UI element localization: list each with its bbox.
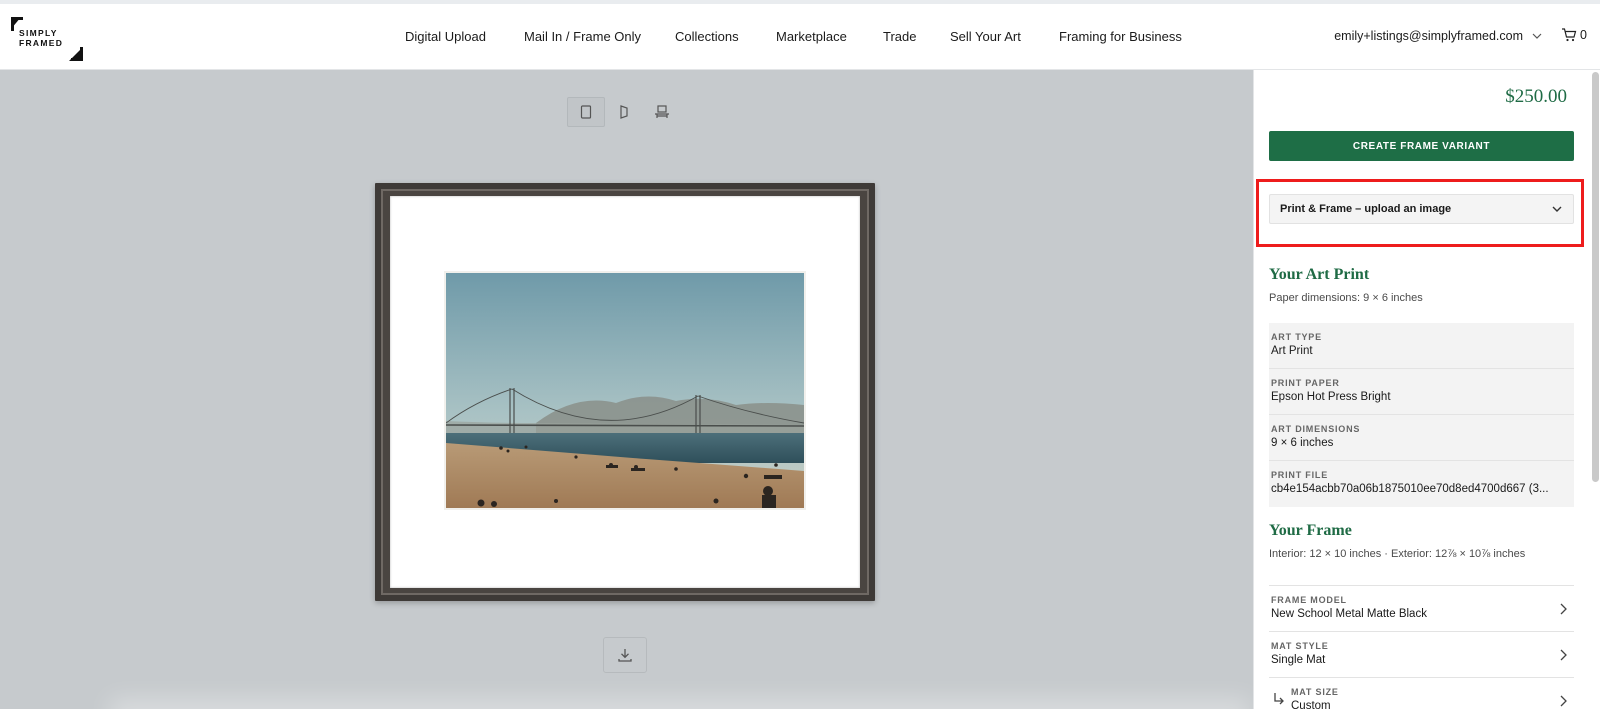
download-icon (618, 649, 632, 662)
chevron-right-icon (1560, 695, 1567, 707)
frame-model-option[interactable]: FRAME MODEL New School Metal Matte Black (1269, 585, 1574, 631)
nav-digital-upload[interactable]: Digital Upload (405, 29, 486, 44)
art-print-image (444, 271, 806, 510)
sub-option-arrow-icon (1274, 693, 1284, 705)
logo-line2: FRAMED (19, 38, 63, 48)
product-type-select[interactable]: Print & Frame – upload an image (1269, 194, 1574, 224)
option-key: FRAME MODEL (1271, 595, 1347, 605)
nav-framing-for-business[interactable]: Framing for Business (1059, 29, 1182, 44)
chevron-down-icon (1532, 33, 1542, 39)
mat-board (390, 196, 860, 588)
option-key: MAT SIZE (1291, 687, 1339, 697)
cart-button[interactable]: 0 (1561, 28, 1587, 42)
frame-preview-area (0, 70, 1253, 709)
price-label: $250.00 (1505, 86, 1567, 107)
spec-value: Epson Hot Press Bright (1271, 391, 1391, 403)
framed-artwork (375, 183, 875, 601)
art-print-specs: ART TYPE Art Print PRINT PAPER Epson Hot… (1269, 323, 1574, 507)
portrait-view-button[interactable] (567, 97, 605, 127)
account-email: emily+listings@simplyframed.com (1334, 29, 1523, 43)
angle-view-button[interactable] (605, 97, 643, 127)
create-frame-variant-button[interactable]: CREATE FRAME VARIANT (1269, 131, 1574, 161)
nav-sell-your-art[interactable]: Sell Your Art (950, 29, 1021, 44)
spec-key: PRINT FILE (1271, 470, 1328, 480)
nav-mail-in[interactable]: Mail In / Frame Only (524, 29, 641, 44)
chevron-right-icon (1560, 603, 1567, 615)
preview-floor-shadow (110, 699, 1250, 709)
option-key: MAT STYLE (1271, 641, 1329, 651)
portrait-view-icon (580, 105, 592, 119)
mat-size-option[interactable]: MAT SIZE Custom (1269, 677, 1574, 709)
nav-collections[interactable]: Collections (675, 29, 739, 44)
logo-line1: SIMPLY (19, 28, 58, 38)
account-menu[interactable]: emily+listings@simplyframed.com (1334, 29, 1543, 43)
site-header: SIMPLY FRAMED Digital Upload Mail In / F… (0, 4, 1600, 70)
wall-view-button[interactable] (643, 97, 681, 127)
art-print-paper-dimensions: Paper dimensions: 9 × 6 inches (1269, 292, 1423, 304)
art-print-section-title: Your Art Print (1269, 266, 1370, 283)
configuration-panel: $250.00 CREATE FRAME VARIANT Print & Fra… (1253, 70, 1600, 709)
spec-key: ART DIMENSIONS (1271, 424, 1361, 434)
spec-value: cb4e154acbb70a06b1875010ee70d8ed4700d667… (1271, 483, 1549, 495)
download-button[interactable] (603, 637, 647, 673)
spec-key: PRINT PAPER (1271, 378, 1340, 388)
frame-dimensions: Interior: 12 × 10 inches · Exterior: 12⅞… (1269, 548, 1526, 560)
chevron-down-icon (1552, 206, 1562, 212)
spec-row-print-file: PRINT FILE cb4e154acbb70a06b1875010ee70d… (1269, 461, 1574, 507)
chevron-right-icon (1560, 649, 1567, 661)
nav-trade[interactable]: Trade (883, 29, 916, 44)
spec-row-print-paper: PRINT PAPER Epson Hot Press Bright (1269, 369, 1574, 415)
spec-row-art-type: ART TYPE Art Print (1269, 323, 1574, 369)
spec-row-art-dimensions: ART DIMENSIONS 9 × 6 inches (1269, 415, 1574, 461)
option-value: Custom (1291, 700, 1331, 709)
frame-options-list: FRAME MODEL New School Metal Matte Black… (1269, 585, 1574, 709)
panel-scrollbar[interactable] (1592, 72, 1599, 482)
mat-style-option[interactable]: MAT STYLE Single Mat (1269, 631, 1574, 677)
spec-value: 9 × 6 inches (1271, 437, 1334, 449)
spec-value: Art Print (1271, 345, 1313, 357)
cart-icon (1562, 28, 1577, 42)
nav-marketplace[interactable]: Marketplace (776, 29, 847, 44)
cart-count: 0 (1580, 28, 1587, 42)
spec-key: ART TYPE (1271, 332, 1322, 342)
view-toggle (567, 97, 681, 127)
angle-view-icon (620, 105, 628, 119)
simply-framed-logo[interactable]: SIMPLY FRAMED (11, 17, 83, 61)
option-value: New School Metal Matte Black (1271, 608, 1427, 620)
option-value: Single Mat (1271, 654, 1326, 666)
frame-section-title: Your Frame (1269, 522, 1352, 539)
product-type-value: Print & Frame – upload an image (1280, 203, 1452, 215)
wall-view-icon (655, 105, 669, 118)
